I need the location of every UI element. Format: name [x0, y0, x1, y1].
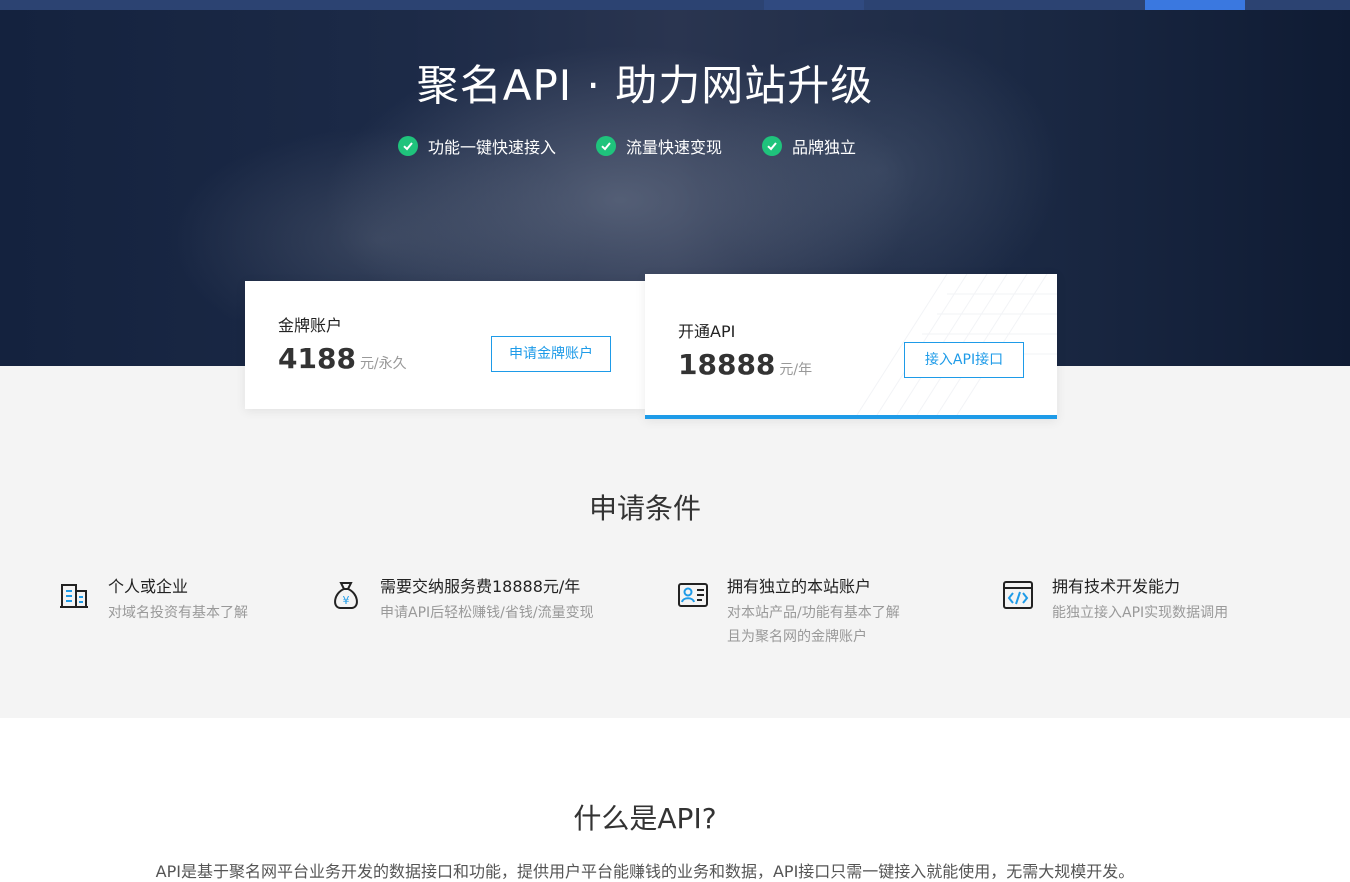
top-nav-item[interactable]	[764, 0, 864, 10]
condition-desc: 对域名投资有基本了解	[108, 605, 248, 621]
gold-account-card: 金牌账户 4188 元/永久 申请金牌账户	[245, 281, 645, 409]
card-price: 18888 元/年	[678, 348, 812, 381]
id-card-icon	[678, 583, 708, 607]
hero-title: 聚名API · 助力网站升级	[416, 61, 874, 110]
condition-desc: 能独立接入API实现数据调用	[1052, 605, 1229, 621]
check-icon	[596, 136, 617, 156]
top-nav-item-active[interactable]	[1145, 0, 1245, 10]
feature-label: 流量快速变现	[626, 138, 723, 157]
condition-item: 拥有技术开发能力 能独立接入API实现数据调用	[1002, 577, 1228, 625]
hero-features: 功能一键快速接入 流量快速变现 品牌独立	[398, 134, 856, 158]
feature-label: 功能一键快速接入	[428, 138, 557, 157]
condition-item: ¥ 需要交纳服务费18888元/年 申请API后轻松赚钱/省钱/流量变现	[330, 577, 594, 625]
svg-text:¥: ¥	[343, 594, 350, 607]
card-label: 金牌账户	[278, 316, 343, 335]
money-bag-icon: ¥	[334, 582, 358, 609]
feature-label: 品牌独立	[792, 138, 857, 157]
price-unit: 元/年	[779, 362, 813, 378]
price-unit: 元/永久	[359, 356, 407, 372]
feature-item: 功能一键快速接入	[398, 134, 556, 158]
condition-title: 个人或企业	[108, 577, 189, 596]
building-icon	[60, 584, 88, 608]
condition-title: 拥有技术开发能力	[1052, 577, 1181, 596]
connect-api-button[interactable]: 接入API接口	[904, 342, 1024, 378]
apply-gold-account-button[interactable]: 申请金牌账户	[491, 336, 611, 372]
feature-item: 流量快速变现	[596, 134, 722, 158]
condition-title: 拥有独立的本站账户	[727, 577, 872, 596]
conditions-title: 申请条件	[588, 492, 701, 525]
check-icon	[762, 136, 783, 156]
condition-desc: 且为聚名网的金牌账户	[727, 629, 867, 645]
condition-item: 拥有独立的本站账户 对本站产品/功能有基本了解 且为聚名网的金牌账户	[677, 577, 900, 649]
code-window-icon	[1003, 581, 1033, 609]
price-value: 18888	[678, 348, 776, 381]
condition-desc: 申请API后轻松赚钱/省钱/流量变现	[380, 605, 594, 621]
card-label: 开通API	[678, 322, 736, 341]
about-description: API是基于聚名网平台业务开发的数据接口和功能，提供用户平台能赚钱的业务和数据，…	[155, 862, 1135, 881]
feature-item: 品牌独立	[762, 134, 856, 158]
check-icon	[398, 136, 418, 156]
condition-item: 个人或企业 对域名投资有基本了解	[58, 577, 248, 625]
top-nav-bar	[0, 0, 1350, 10]
condition-title: 需要交纳服务费18888元/年	[380, 577, 581, 596]
card-price: 4188 元/永久	[278, 342, 407, 375]
about-title: 什么是API?	[573, 802, 717, 835]
price-value: 4188	[278, 342, 356, 375]
condition-desc: 对本站产品/功能有基本了解	[727, 605, 900, 621]
open-api-card: 开通API 18888 元/年 接入API接口	[645, 274, 1057, 419]
